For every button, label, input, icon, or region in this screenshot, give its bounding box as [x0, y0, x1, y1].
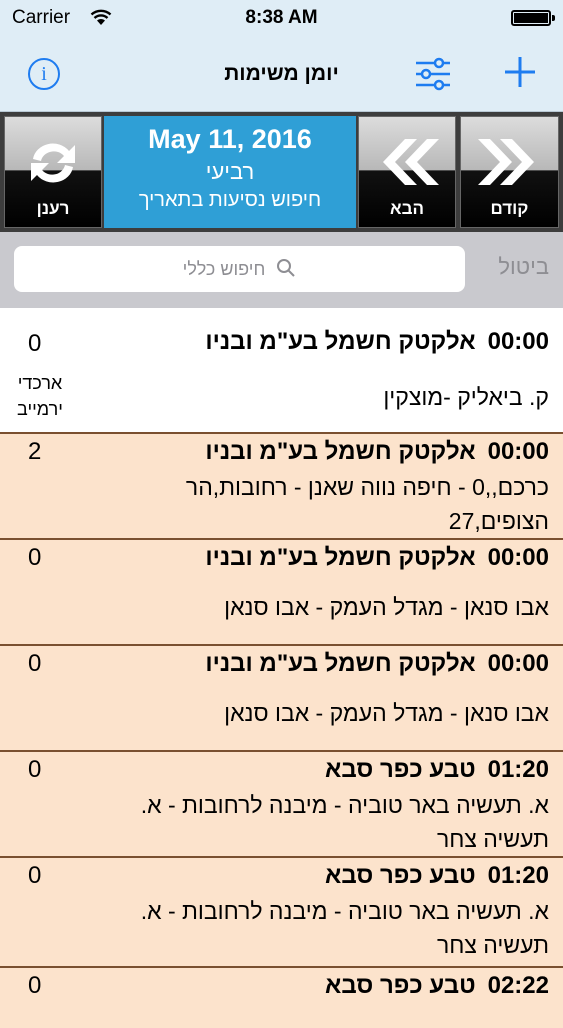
row-time: 01:20: [487, 862, 549, 889]
row-header: 00:00 אלקטק חשמל בע"מ ובניו: [205, 438, 549, 466]
search-input[interactable]: חיפוש כללי: [14, 246, 465, 292]
cancel-button[interactable]: ביטול: [498, 254, 549, 280]
next-day-button[interactable]: הבא: [358, 116, 456, 228]
previous-label: קודם: [490, 199, 529, 218]
row-description: אבו סנאן - מגדל העמק - אבו סנאן: [224, 594, 549, 620]
row-count: 2: [28, 438, 42, 465]
row-description: א. תעשיה באר טוביה - מיבנה לרחובות - א. …: [140, 792, 549, 852]
row-time: 00:00: [487, 438, 549, 465]
list-item[interactable]: 00:00 אלקטק חשמל בע"מ ובניו אבו סנאן - מג…: [0, 646, 563, 752]
row-count: 0: [28, 650, 42, 677]
row-time: 02:22: [487, 972, 549, 999]
row-header: 01:20 טבע כפר סבא: [325, 862, 549, 890]
list-item[interactable]: 00:00 אלקטק חשמל בע"מ ובניו אבו סנאן - מג…: [0, 540, 563, 646]
battery-icon: [511, 10, 555, 26]
current-date: May 11, 2016: [148, 124, 312, 154]
row-description: אבו סנאן - מגדל העמק - אבו סנאן: [224, 700, 549, 726]
previous-day-button[interactable]: קודם: [460, 116, 559, 228]
list-item[interactable]: 01:20 טבע כפר סבא א. תעשיה באר טוביה - מי…: [0, 752, 563, 858]
list-item[interactable]: 02:22 טבע כפר סבא 0: [0, 968, 563, 1028]
refresh-icon: [31, 143, 75, 183]
weekday-label: רביעי: [205, 159, 255, 184]
row-time: 00:00: [487, 650, 549, 677]
row-time: 01:20: [487, 756, 549, 783]
sliders-icon[interactable]: [414, 56, 452, 92]
list-item[interactable]: 00:00 אלקטק חשמל בע"מ ובניו ק. ביאליק -מו…: [0, 308, 563, 434]
status-bar: Carrier 8:38 AM: [0, 0, 563, 38]
row-description: א. תעשיה באר טוביה - מיבנה לרחובות - א. …: [140, 898, 549, 958]
double-chevron-left-icon: [383, 139, 439, 185]
row-company: אלקטק חשמל בע"מ ובניו: [205, 438, 476, 465]
row-company: אלקטק חשמל בע"מ ובניו: [205, 650, 476, 677]
page-title: יומן משימות: [224, 62, 339, 85]
search-placeholder: חיפוש כללי: [182, 259, 266, 279]
row-description: כרכם,,0 - חיפה נווה שאנן - רחובות,הר הצו…: [185, 474, 549, 534]
row-header: 00:00 אלקטק חשמל בע"מ ובניו: [205, 328, 549, 356]
refresh-button[interactable]: רענן: [4, 116, 102, 228]
row-company: טבע כפר סבא: [325, 756, 476, 783]
search-icon: [277, 259, 296, 277]
row-company: אלקטק חשמל בע"מ ובניו: [205, 544, 476, 571]
row-header: 00:00 אלקטק חשמל בע"מ ובניו: [205, 650, 549, 678]
next-label: הבא: [390, 199, 424, 218]
row-count: 0: [28, 756, 42, 783]
plus-icon[interactable]: [502, 54, 538, 90]
clock: 8:38 AM: [245, 7, 318, 28]
search-by-date-label: חיפוש נסיעות בתאריך: [138, 189, 322, 211]
row-time: 00:00: [487, 328, 549, 355]
row-company: טבע כפר סבא: [325, 862, 476, 889]
row-header: 01:20 טבע כפר סבא: [325, 756, 549, 784]
row-header: 00:00 אלקטק חשמל בע"מ ובניו: [205, 544, 549, 572]
search-bar: חיפוש כללי ביטול: [0, 232, 563, 308]
list-item[interactable]: 01:20 טבע כפר סבא א. תעשיה באר טוביה - מי…: [0, 858, 563, 968]
row-header: 02:22 טבע כפר סבא: [325, 972, 549, 1000]
list-item[interactable]: 00:00 אלקטק חשמל בע"מ ובניו כרכם,,0 - חיפ…: [0, 434, 563, 540]
row-count: 0: [28, 330, 42, 357]
date-search-button[interactable]: May 11, 2016 רביעי חיפוש נסיעות בתאריך: [104, 116, 356, 228]
row-driver-name: ארכדי ירמייב: [17, 373, 63, 419]
row-count: 0: [28, 544, 42, 571]
row-count: 0: [28, 862, 42, 889]
navigation-bar: i יומן משימות: [0, 38, 563, 112]
refresh-label: רענן: [36, 199, 70, 218]
task-list: 00:00 אלקטק חשמל בע"מ ובניו ק. ביאליק -מו…: [0, 308, 563, 1028]
double-chevron-right-icon: [477, 139, 534, 185]
row-company: טבע כפר סבא: [325, 972, 476, 999]
row-description: ק. ביאליק -מוצקין: [383, 384, 549, 410]
row-company: אלקטק חשמל בע"מ ובניו: [205, 328, 476, 355]
row-count: 0: [28, 972, 42, 999]
date-navigation-bar: רענן May 11, 2016 רביעי חיפוש נסיעות בתא…: [0, 112, 563, 232]
row-time: 00:00: [487, 544, 549, 571]
